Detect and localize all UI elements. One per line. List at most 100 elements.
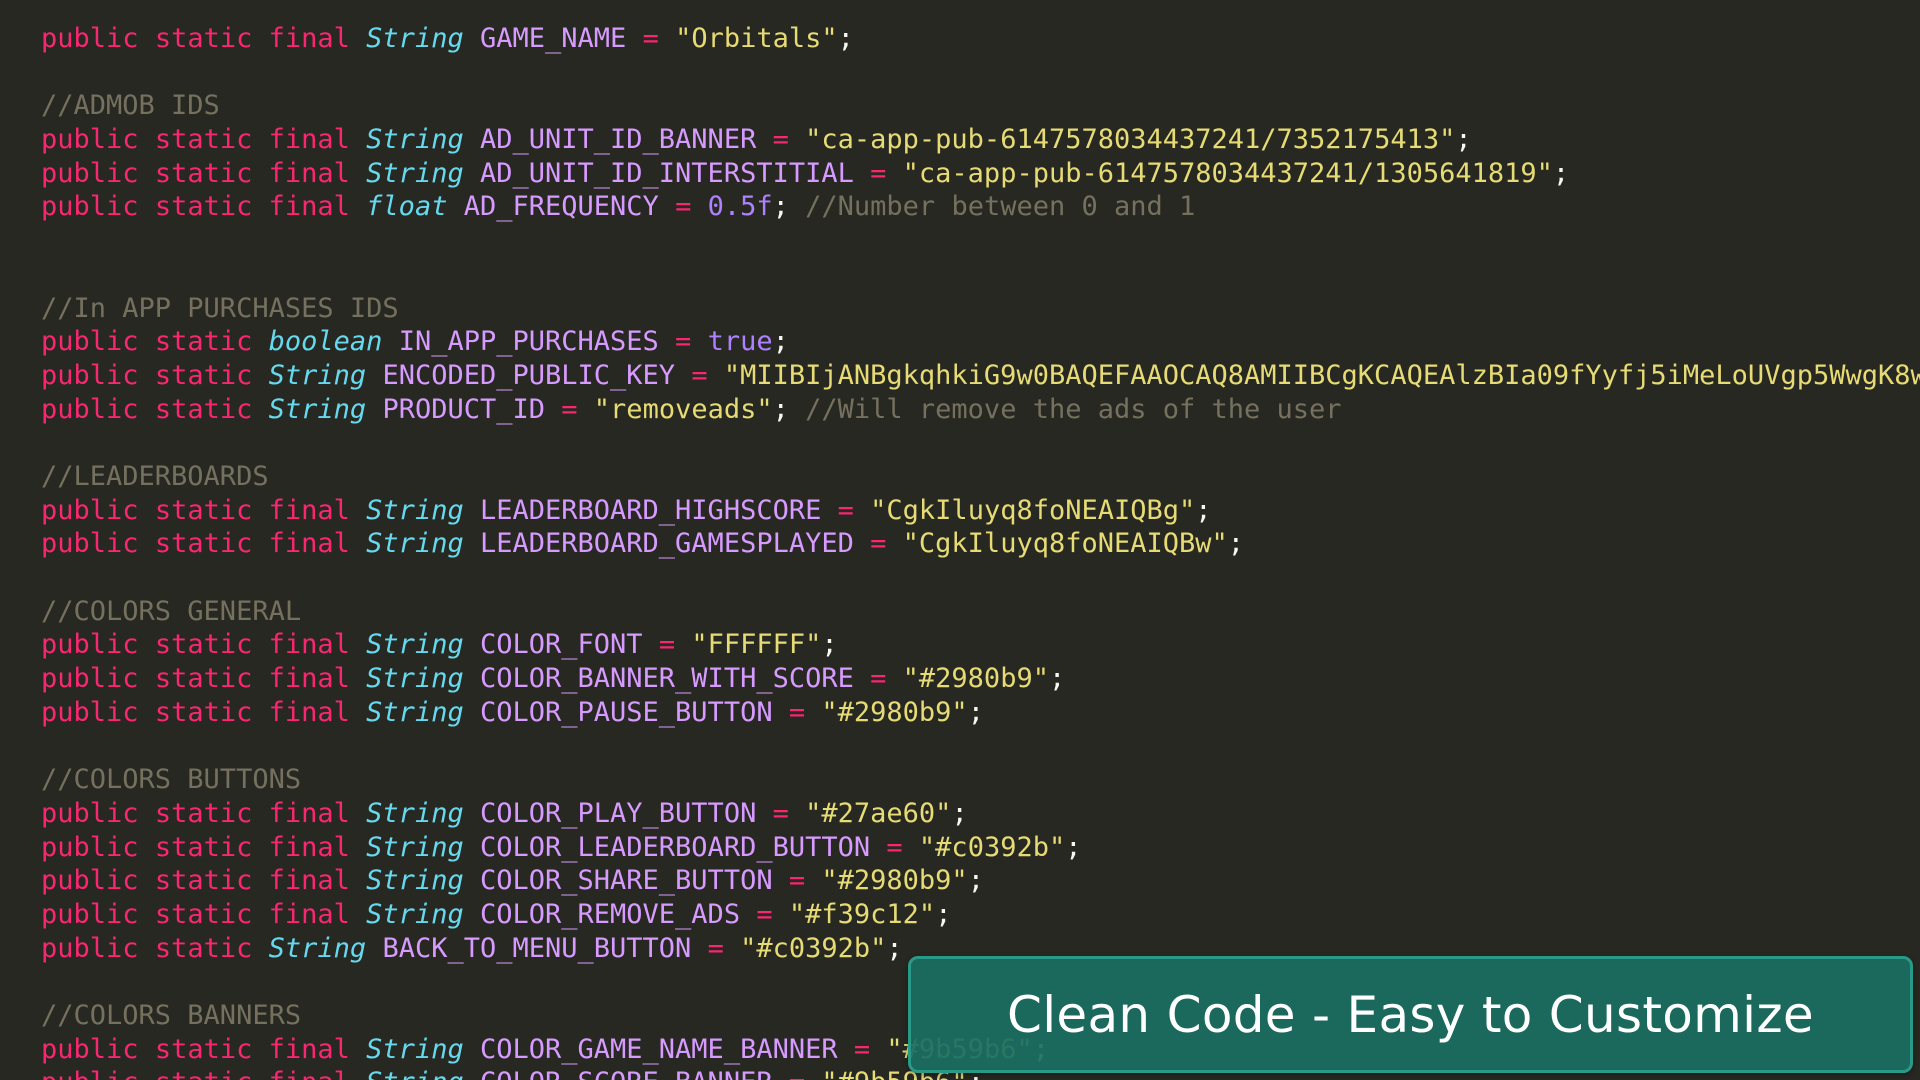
code-line[interactable]: //COLORS GENERAL (41, 595, 1920, 629)
comment-token: //Will remove the ads of the user (805, 393, 1342, 425)
code-line[interactable] (41, 561, 1920, 595)
type-token: String (366, 1033, 464, 1065)
code-line[interactable]: public static final String COLOR_PAUSE_B… (41, 696, 1920, 730)
string-token: "#2980b9" (821, 696, 968, 728)
code-line[interactable]: public static String PRODUCT_ID = "remov… (41, 393, 1920, 427)
code-line[interactable]: //ADMOB IDS (41, 89, 1920, 123)
code-line[interactable]: public static boolean IN_APP_PURCHASES =… (41, 325, 1920, 359)
string-token: "MIIBIjANBgkqhkiG9w0BAQEFAAOCAQ8AMIIBCgK… (723, 359, 1920, 391)
identifier-token: GAME_NAME (479, 23, 627, 54)
operator-token: = (691, 359, 708, 391)
keyword-token: static (154, 528, 253, 560)
punctuation-token: ; (772, 393, 806, 425)
keyword-token: static (154, 494, 253, 526)
code-line[interactable] (41, 224, 1920, 258)
identifier-token: AD_FREQUENCY (463, 191, 659, 223)
code-line[interactable]: public static final float AD_FREQUENCY =… (41, 190, 1920, 224)
code-line[interactable] (41, 56, 1920, 90)
code-line[interactable]: public static final String LEADERBOARD_G… (41, 527, 1920, 561)
identifier-token: COLOR_PAUSE_BUTTON (479, 696, 773, 728)
code-line[interactable] (41, 258, 1920, 292)
type-token: String (268, 359, 367, 391)
code-line[interactable]: public static final String COLOR_SHARE_B… (41, 864, 1920, 898)
code-line[interactable]: public static final String COLOR_BANNER_… (41, 662, 1920, 696)
identifier-token: COLOR_SCORE_BANNER (480, 1067, 773, 1080)
string-token: "ca-app-pub-6147578034437241/1305641819" (902, 157, 1553, 189)
operator-token: = (837, 494, 854, 526)
keyword-token: final (268, 191, 350, 223)
identifier-token: BACK_TO_MENU_BUTTON (382, 932, 692, 964)
string-token: "#2980b9" (821, 865, 968, 897)
keyword-token: static (154, 326, 253, 358)
punctuation-token: ; (1065, 831, 1082, 863)
code-editor[interactable]: public static final String GAME_NAME = "… (0, 0, 1920, 1080)
code-line[interactable]: public static final String AD_UNIT_ID_BA… (41, 123, 1920, 157)
code-line[interactable]: public static String ENCODED_PUBLIC_KEY … (41, 359, 1920, 393)
punctuation-token: ; (967, 865, 984, 897)
identifier-token: PRODUCT_ID (382, 393, 545, 425)
type-token: String (366, 1067, 464, 1080)
comment-token: //Number between 0 and 1 (805, 191, 1196, 223)
keyword-token: static (154, 191, 253, 223)
code-line[interactable]: public static final String AD_UNIT_ID_IN… (41, 157, 1920, 191)
code-line[interactable]: public static final String COLOR_REMOVE_… (41, 898, 1920, 932)
identifier-token: COLOR_BANNER_WITH_SCORE (479, 663, 854, 695)
operator-token: = (772, 124, 789, 156)
punctuation-token: ; (951, 797, 968, 829)
code-line[interactable] (41, 729, 1920, 763)
code-line[interactable]: public static final String LEADERBOARD_H… (41, 494, 1920, 528)
code-line[interactable]: public static final String GAME_NAME = "… (41, 22, 1920, 56)
identifier-token: COLOR_LEADERBOARD_BUTTON (479, 831, 871, 863)
operator-token: = (853, 1033, 871, 1065)
code-line[interactable]: public static final String COLOR_PLAY_BU… (41, 797, 1920, 831)
keyword-token: public (41, 191, 139, 223)
keyword-token: public (41, 865, 139, 897)
code-line[interactable]: public static final String COLOR_LEADERB… (41, 831, 1920, 865)
keyword-token: final (268, 663, 350, 695)
code-line[interactable]: //In APP PURCHASES IDS (41, 292, 1920, 326)
keyword-token: public (41, 359, 139, 391)
code-line[interactable]: //COLORS BUTTONS (41, 763, 1920, 797)
code-line[interactable]: //LEADERBOARDS (41, 460, 1920, 494)
code-line[interactable] (41, 426, 1920, 460)
punctuation-token: ; (772, 326, 789, 358)
keyword-token: static (154, 23, 253, 54)
caption-banner: Clean Code - Easy to Customize (908, 956, 1913, 1073)
code-line[interactable]: public static final String COLOR_FONT = … (41, 628, 1920, 662)
operator-token: = (788, 696, 806, 728)
code-content[interactable]: public static final String GAME_NAME = "… (41, 22, 1920, 1080)
